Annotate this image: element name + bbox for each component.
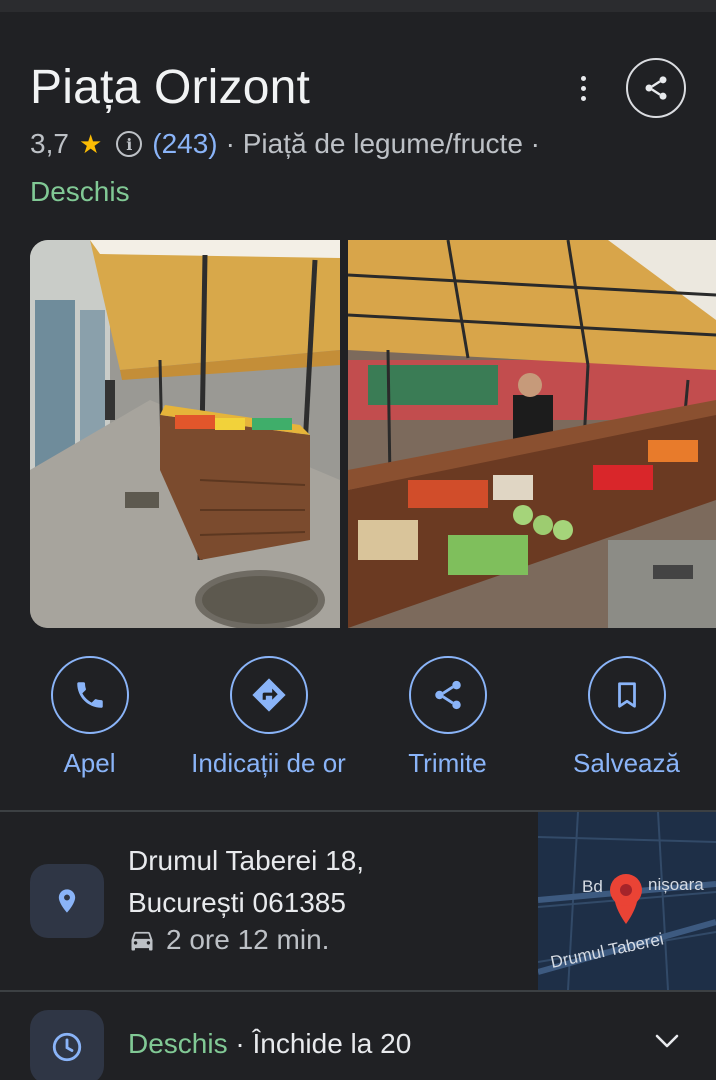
market-photo-2[interactable] [348,240,716,628]
share-label: Trimite [408,748,487,778]
more-options-button[interactable] [568,66,598,110]
location-icon-box [30,864,104,938]
call-action[interactable]: Apel [0,656,179,779]
save-label: Salvează [573,748,680,778]
more-dot-icon [580,85,586,91]
bookmark-icon [617,682,636,708]
address-line-2: București 061385 [128,887,346,918]
directions-action[interactable]: Indicații de or [179,656,358,779]
call-label: Apel [63,748,116,778]
map-street-label-1: Bd [582,877,603,896]
address-line-1: Drumul Taberei 18, [128,845,365,876]
place-header: Piața Orizont [30,58,686,118]
open-status: Deschis [30,176,130,207]
status-bar [0,0,716,12]
info-icon[interactable]: i [116,131,143,157]
market-photo-1[interactable] [30,240,340,628]
directions-icon [251,678,286,712]
hours-text: Deschis · Închide la 20 [128,1028,411,1060]
share-button[interactable] [408,656,487,734]
map-thumbnail[interactable]: Bd nișoara Drumul Taberei [538,812,716,990]
share-icon [645,76,667,100]
travel-time: 2 ore 12 min. [128,924,329,956]
chevron-down-icon[interactable] [654,1032,680,1050]
address-text: Drumul Taberei 18, București 061385 [128,840,364,924]
map-street-label-1b: nișoara [648,875,704,894]
save-action[interactable]: Salvează [537,656,716,779]
directions-button[interactable] [229,656,308,734]
share-icon [434,680,461,710]
directions-label: Indicații de or [191,748,346,778]
hours-closing: · Închide la 20 [227,1028,412,1059]
travel-time-text: 2 ore 12 min. [166,924,330,955]
phone-icon [76,682,103,708]
more-dot-icon [580,95,586,101]
hours-open-status: Deschis [128,1028,228,1059]
more-dot-icon [580,75,586,81]
share-header-button[interactable] [626,58,686,118]
save-button[interactable] [587,656,666,734]
action-buttons: Apel Indicații de or Trimite Salvează [0,656,716,786]
car-icon [131,931,153,951]
hours-row[interactable]: Deschis · Închide la 20 [0,992,716,1080]
star-icon: ★ [78,128,103,159]
rating-value: 3,7 [30,128,69,159]
call-button[interactable] [50,656,129,734]
review-count[interactable]: (243) [152,128,217,160]
photo-carousel[interactable] [30,240,716,628]
clock-icon-box [30,1010,104,1080]
clock-icon [52,1032,82,1062]
rating-row: 3,7 ★ i (243) · Piață de legume/fructe · [30,128,540,160]
location-pin-icon [58,889,76,913]
share-action[interactable]: Trimite [358,656,537,779]
place-category: · Piață de legume/fructe · [225,128,540,159]
